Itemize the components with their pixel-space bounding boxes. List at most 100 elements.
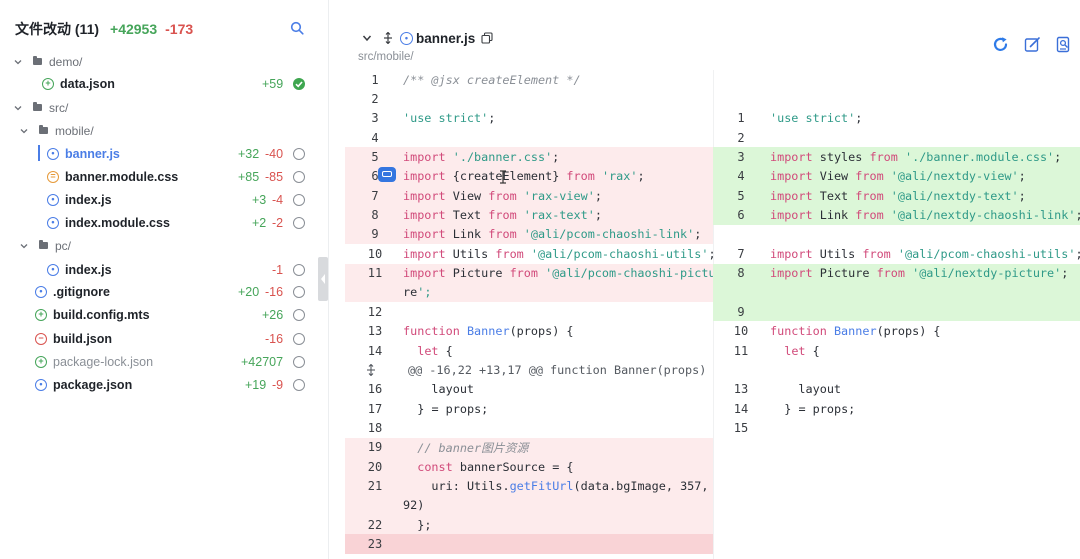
- folder-name: demo/: [49, 54, 83, 69]
- line-number: 22: [367, 517, 383, 532]
- code-line: re';: [345, 282, 713, 303]
- removed-lines-count: -85: [265, 169, 284, 184]
- added-lines-count: +32: [238, 146, 260, 161]
- code-text: } = props;: [784, 401, 856, 416]
- file-modified-icon: •: [47, 193, 59, 206]
- file-row[interactable]: • package.json +19 -9: [0, 373, 318, 396]
- line-number: 7: [737, 246, 745, 261]
- line-number: 23: [367, 537, 383, 552]
- folder-row[interactable]: mobile/: [0, 119, 318, 142]
- file-name: build.json: [53, 331, 113, 346]
- code-line: 13 function Banner(props) {: [345, 322, 713, 341]
- chevron-down-icon[interactable]: [19, 126, 29, 136]
- review-checkbox[interactable]: [293, 378, 305, 391]
- line-number: 8: [371, 208, 379, 223]
- file-row[interactable]: − build.json -16: [0, 327, 318, 350]
- removed-lines-count: -2: [272, 215, 284, 230]
- folder-row[interactable]: pc/: [0, 234, 318, 257]
- code-line: 11 let {: [713, 341, 1080, 360]
- code-text: import Text from 'rax-text';: [403, 208, 602, 223]
- file-deleted-icon: −: [35, 332, 47, 345]
- chevron-down-icon[interactable]: [13, 103, 23, 113]
- code-text: // banner图片资源: [417, 440, 529, 455]
- expand-hunk-icon[interactable]: [365, 363, 377, 376]
- file-row[interactable]: • .gitignore +20 -16: [0, 280, 318, 303]
- folder-row[interactable]: demo/: [0, 50, 318, 73]
- line-number: 2: [737, 130, 745, 145]
- file-name: index.js: [65, 262, 112, 277]
- folder-name: pc/: [55, 238, 72, 253]
- review-checkbox[interactable]: [293, 147, 305, 160]
- file-row[interactable]: + build.config.mts +26: [0, 303, 318, 326]
- edit-icon[interactable]: [1024, 36, 1041, 53]
- code-line: 16 layout: [345, 380, 713, 399]
- line-number: 21: [367, 478, 383, 493]
- comment-icon[interactable]: [378, 167, 396, 182]
- added-lines-count: +20: [238, 284, 260, 299]
- file-name: data.json: [60, 76, 115, 91]
- review-checkbox[interactable]: [293, 332, 305, 345]
- code-text: const bannerSource = {: [417, 459, 574, 474]
- review-checkbox[interactable]: [293, 193, 305, 206]
- code-text: let {: [417, 343, 453, 358]
- code-line: 4: [345, 128, 713, 147]
- review-checkbox[interactable]: [293, 216, 305, 229]
- file-row[interactable]: • index.js -1: [0, 258, 318, 281]
- review-checkbox[interactable]: [293, 285, 305, 298]
- file-row[interactable]: • index.js +3 -4: [0, 188, 318, 211]
- file-name: banner.js: [65, 146, 120, 161]
- code-text: import Link from '@ali/pcom-chaoshi-link…: [403, 227, 702, 242]
- review-checkbox[interactable]: [293, 308, 305, 321]
- review-checkbox[interactable]: [293, 355, 305, 368]
- copy-icon[interactable]: [481, 32, 493, 44]
- text-cursor-icon: [500, 170, 506, 184]
- added-lines-count: +2: [252, 215, 267, 230]
- file-changes-title: 文件改动 (11): [15, 21, 100, 37]
- hunk-header[interactable]: @@ -16,22 +13,17 @@ function Banner(prop…: [345, 360, 713, 379]
- code-text: 'use strict';: [770, 111, 863, 126]
- review-checkbox[interactable]: [293, 170, 305, 183]
- line-number: 13: [367, 324, 383, 339]
- code-line: 9 import Link from '@ali/pcom-chaoshi-lin…: [345, 224, 713, 245]
- code-line: 22 };: [345, 515, 713, 535]
- diff-pane-modified: 1 'use strict'; 2 3 import styles from './ba…: [713, 70, 1080, 559]
- code-line: 19 // banner图片资源: [345, 437, 713, 457]
- line-number: 5: [737, 188, 745, 203]
- folder-icon: [39, 125, 48, 134]
- file-name: .gitignore: [53, 284, 110, 299]
- file-modified-icon: •: [47, 147, 59, 160]
- review-checkbox[interactable]: [293, 263, 305, 276]
- added-lines-count: +85: [238, 169, 260, 184]
- total-added-count: +42953: [110, 21, 158, 37]
- file-row[interactable]: • banner.js +32 -40: [0, 142, 318, 165]
- chevron-down-icon[interactable]: [362, 33, 372, 43]
- code-line: 2: [345, 89, 713, 108]
- file-row[interactable]: • index.module.css +2 -2: [0, 211, 318, 234]
- file-row[interactable]: + data.json +59: [0, 72, 318, 95]
- code-line: 11 import Picture from '@ali/pcom-chaoshi…: [345, 263, 713, 283]
- code-text: let {: [784, 343, 820, 358]
- file-row[interactable]: + package-lock.json +42707: [0, 350, 318, 373]
- total-removed-count: -173: [165, 21, 194, 37]
- chevron-down-icon[interactable]: [19, 241, 29, 251]
- file-modified-icon: •: [35, 285, 47, 298]
- line-number: 10: [367, 246, 383, 261]
- code-line: 18: [345, 418, 713, 437]
- file-row[interactable]: = banner.module.css +85 -85: [0, 165, 318, 188]
- reviewed-check-icon[interactable]: [293, 77, 305, 90]
- panel-collapse-handle[interactable]: [318, 257, 328, 301]
- refresh-icon[interactable]: [992, 36, 1009, 53]
- line-number: 2: [371, 91, 379, 106]
- code-text: 'use strict';: [403, 111, 496, 126]
- code-line: 10 import Utils from '@ali/pcom-chaoshi-u…: [345, 244, 713, 263]
- search-icon[interactable]: [290, 21, 304, 35]
- folder-row[interactable]: src/: [0, 96, 318, 119]
- expand-icon[interactable]: [382, 32, 394, 44]
- review-icon[interactable]: [1055, 36, 1072, 53]
- line-number: 18: [367, 420, 383, 435]
- code-line: 17 } = props;: [345, 399, 713, 418]
- line-number: 12: [367, 304, 383, 319]
- chevron-down-icon[interactable]: [13, 57, 23, 67]
